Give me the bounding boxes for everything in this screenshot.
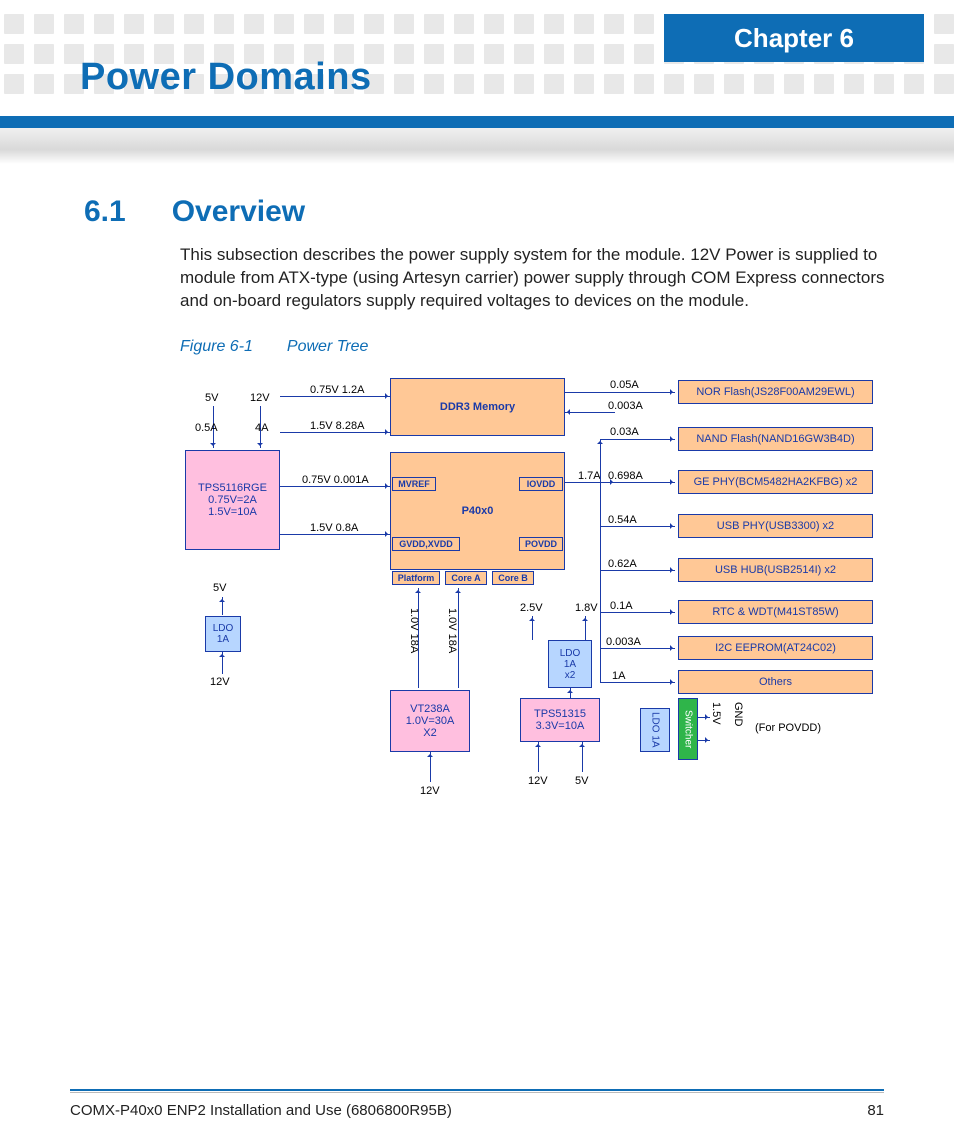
block-ldo1: LDO 1A — [205, 616, 241, 652]
vt-rail2: 1.0V 18A — [446, 608, 458, 653]
vt-in-label: 12V — [420, 785, 440, 797]
label-12v: 12V — [250, 392, 270, 404]
section-header: 6.1 Overview — [84, 195, 894, 229]
load-1-i: 0.003A — [608, 400, 643, 412]
load-4-i: 0.698A — [608, 470, 643, 482]
load-7: RTC & WDT(M41ST85W) — [678, 600, 873, 624]
figure-title: Power Tree — [287, 338, 369, 356]
block-p40x0: P40x0 MVREF IOVDD GVDD,XVDD POVDD Platfo… — [390, 452, 565, 570]
chapter-tab: Chapter 6 — [664, 14, 924, 62]
rail-1p5-8p28a: 1.5V 8.28A — [310, 420, 364, 432]
tps51-in-a: 12V — [528, 775, 548, 787]
section-title: Overview — [172, 195, 305, 229]
grey-stripe — [0, 128, 954, 164]
overview-text: This subsection describes the power supp… — [180, 244, 885, 313]
load-4: GE PHY(BCM5482HA2KFBG) x2 — [678, 470, 873, 494]
rail-0p75-1p2a: 0.75V 1.2A — [310, 384, 364, 396]
povdd-gnd: GND — [732, 702, 744, 726]
p40-label: P40x0 — [462, 505, 494, 517]
block-tps5116: TPS5116RGE 0.75V=2A 1.5V=10A — [185, 450, 280, 550]
povdd-1p5v: 1.5V — [710, 702, 722, 725]
load-0: NOR Flash(JS28F00AM29EWL) — [678, 380, 873, 404]
power-tree-diagram: 5V 12V 0.5A 4A TPS5116RGE 0.75V=2A 1.5V=… — [180, 372, 920, 862]
footer-doc: COMX-P40x0 ENP2 Installation and Use (68… — [70, 1102, 452, 1119]
label-0p5a: 0.5A — [195, 422, 218, 434]
pin-corea: Core A — [445, 571, 487, 585]
block-vt238a: VT238A 1.0V=30A X2 — [390, 690, 470, 752]
footer-page: 81 — [867, 1102, 884, 1119]
ldo1-in-label: 12V — [210, 676, 230, 688]
load-2: NAND Flash(NAND16GW3B4D) — [678, 427, 873, 451]
pin-platform: Platform — [392, 571, 440, 585]
load-2-i: 0.03A — [610, 426, 639, 438]
load-9: Others — [678, 670, 873, 694]
block-switcher: Switcher — [678, 698, 698, 760]
load-7-i: 0.1A — [610, 600, 633, 612]
chapter-title: Power Domains — [80, 56, 372, 99]
load-3-i: 1.7A — [578, 470, 601, 482]
load-8: I2C EEPROM(AT24C02) — [678, 636, 873, 660]
section-number: 6.1 — [84, 195, 126, 229]
tps51-out-b: 1.8V — [575, 602, 598, 614]
pin-coreb: Core B — [492, 571, 534, 585]
povdd-note: (For POVDD) — [755, 722, 821, 734]
block-tps51315: TPS51315 3.3V=10A — [520, 698, 600, 742]
ldo1-out-label: 5V — [213, 582, 226, 594]
tps51-out-a: 2.5V — [520, 602, 543, 614]
figure-number: Figure 6-1 — [180, 338, 253, 356]
load-5: USB PHY(USB3300) x2 — [678, 514, 873, 538]
pin-iovdd: IOVDD — [519, 477, 563, 491]
rail-0p75-0p001a: 0.75V 0.001A — [302, 474, 369, 486]
header-banner: Chapter 6 Power Domains — [0, 14, 954, 104]
load-8-i: 0.003A — [606, 636, 641, 648]
block-ddr3: DDR3 Memory — [390, 378, 565, 436]
figure-label: Figure 6-1 Power Tree — [180, 338, 368, 356]
load-6-i: 0.62A — [608, 558, 637, 570]
load-6: USB HUB(USB2514I) x2 — [678, 558, 873, 582]
label-5v: 5V — [205, 392, 218, 404]
footer: COMX-P40x0 ENP2 Installation and Use (68… — [70, 1102, 884, 1119]
tps51-in-b: 5V — [575, 775, 588, 787]
footer-rule — [70, 1089, 884, 1091]
blue-bar — [0, 116, 954, 128]
load-0-i: 0.05A — [610, 379, 639, 391]
load-5-i: 0.54A — [608, 514, 637, 526]
block-ldo3: LDO 1A — [640, 708, 670, 752]
load-9-i: 1A — [612, 670, 625, 682]
label-4a: 4A — [255, 422, 268, 434]
pin-gvdd: GVDD,XVDD — [392, 537, 460, 551]
block-ldo2: LDO 1A x2 — [548, 640, 592, 688]
pin-mvref: MVREF — [392, 477, 436, 491]
pin-povdd: POVDD — [519, 537, 563, 551]
rail-1p5-0p8a: 1.5V 0.8A — [310, 522, 358, 534]
